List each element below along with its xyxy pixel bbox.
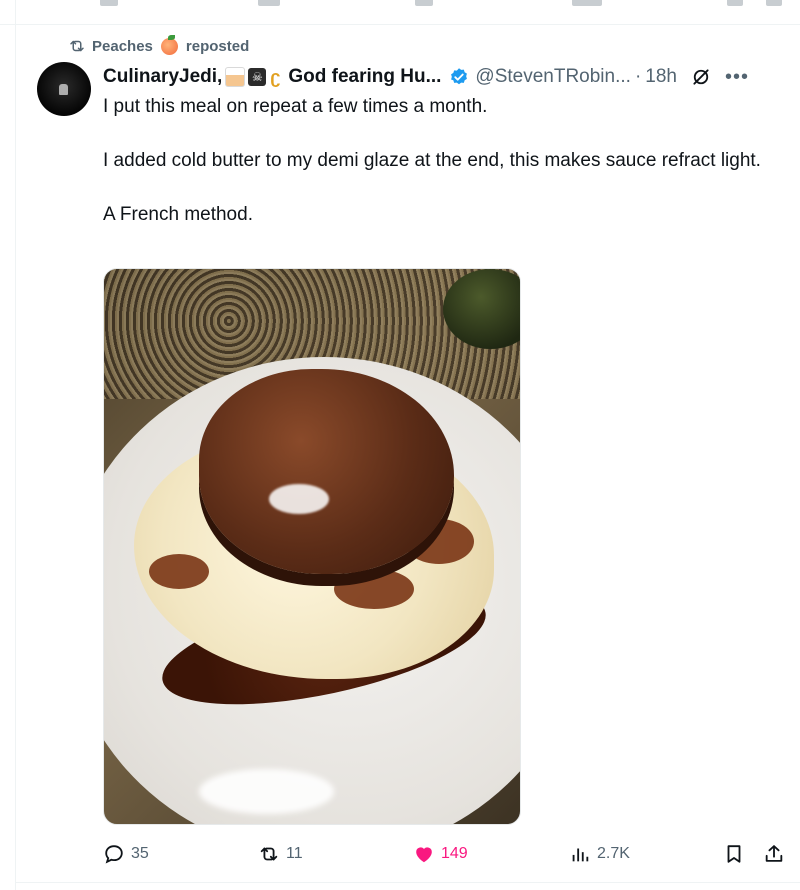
tweet-header: CulinaryJedi, ☠ ʗ God fearing Hu... @Ste… — [103, 63, 793, 91]
butter-shine — [269, 484, 329, 514]
tweet-photo[interactable] — [103, 268, 521, 825]
repost-label: reposted — [185, 37, 250, 55]
more-icon[interactable]: ••• — [725, 66, 749, 89]
tweet-paragraph: I put this meal on repeat a few times a … — [103, 96, 488, 117]
reposter-name[interactable]: Peaches — [92, 38, 153, 55]
chef-emoji-icon — [225, 67, 246, 87]
like-count: 149 — [441, 845, 468, 862]
avatar[interactable] — [37, 62, 91, 116]
tweet-paragraph: A French method. — [103, 204, 253, 225]
like-button[interactable]: 149 — [413, 840, 468, 868]
tweet-divider — [15, 882, 800, 883]
views-button[interactable]: 2.7K — [569, 840, 630, 868]
gravy-drip — [149, 554, 209, 589]
view-count: 2.7K — [597, 845, 630, 862]
timeline-border — [15, 0, 16, 890]
reply-count: 35 — [131, 845, 149, 862]
repost-button[interactable]: 11 — [258, 840, 303, 868]
reply-button[interactable]: 35 — [103, 840, 149, 868]
previous-tweet-action-bar — [0, 0, 800, 25]
plate-glare — [199, 769, 334, 814]
author-handle[interactable]: @StevenTRobin... — [475, 66, 631, 88]
reply-icon — [105, 845, 123, 864]
share-button[interactable] — [763, 840, 785, 868]
gravy-drip — [334, 569, 414, 609]
share-icon — [765, 845, 783, 862]
separator-dot: · — [634, 66, 642, 87]
author-display-name[interactable]: CulinaryJedi, — [103, 66, 222, 88]
author-name-suffix[interactable]: God fearing Hu... — [288, 66, 441, 88]
tweet-timestamp[interactable]: 18h — [645, 66, 677, 88]
verified-badge-icon[interactable] — [449, 67, 469, 87]
grok-icon[interactable] — [691, 67, 711, 87]
views-icon — [572, 848, 589, 862]
repost-context[interactable]: Peaches reposted — [68, 34, 250, 56]
repost-icon — [260, 847, 278, 861]
like-icon — [416, 847, 432, 863]
hook-emoji-icon: ʗ — [270, 66, 281, 87]
tweet-action-bar: 35 11 149 2.7K — [103, 840, 793, 868]
bookmark-icon — [727, 845, 741, 863]
tweet-paragraph: I added cold butter to my demi glaze at … — [103, 150, 761, 171]
tweet-text: I put this meal on repeat a few times a … — [103, 93, 783, 228]
steak — [199, 369, 454, 574]
pirate-flag-emoji-icon: ☠ — [248, 68, 267, 86]
peach-emoji-icon — [160, 34, 178, 55]
bookmark-button[interactable] — [723, 840, 745, 868]
repost-count: 11 — [286, 845, 303, 862]
repost-icon — [70, 40, 84, 52]
